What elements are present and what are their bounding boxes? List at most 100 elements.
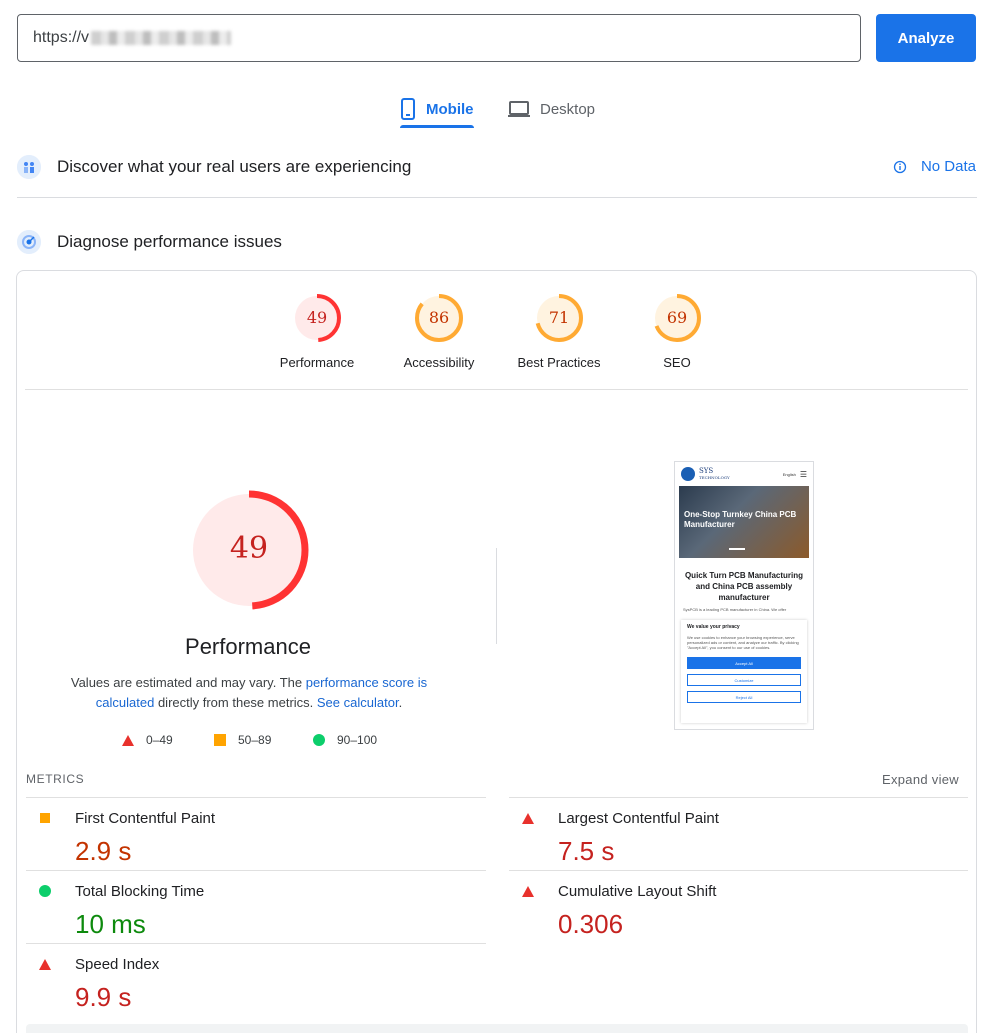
poor-triangle-icon (39, 958, 51, 970)
seo-score: 69 (667, 308, 687, 327)
site-menu: English ☰ (783, 470, 807, 479)
diagnose-icon (17, 230, 41, 254)
performance-title: Performance (185, 634, 311, 659)
seo-gauge: 69 (653, 294, 701, 342)
poor-triangle-icon (522, 812, 534, 824)
section-divider (17, 197, 977, 198)
metric-fcp: First Contentful Paint 2.9 s (35, 808, 475, 867)
performance-label: Performance (279, 355, 355, 370)
average-square-icon (40, 813, 50, 823)
tab-desktop-label: Desktop (540, 100, 596, 118)
no-data-label: No Data (920, 158, 976, 175)
desktop-icon (508, 101, 530, 117)
performance-big-gauge: 49 (189, 490, 309, 610)
desc-text-1: Values are estimated and may vary. The (70, 675, 306, 690)
metric-value: 2.9 s (75, 836, 132, 866)
expand-view-toggle[interactable]: Expand view (882, 772, 959, 787)
cookie-reject: Reject All (687, 691, 801, 703)
lab-data-section: Diagnose performance issues (17, 229, 977, 255)
legend-average: 50–89 (214, 733, 271, 747)
card-divider (25, 389, 968, 390)
performance-score: 49 (307, 308, 327, 327)
metric-divider (26, 943, 486, 944)
url-input[interactable]: https://v (17, 14, 861, 62)
performance-gauge: 49 (293, 294, 341, 342)
metric-tbt: Total Blocking Time 10 ms (35, 881, 475, 940)
triangle-icon (122, 734, 134, 746)
brand-line-1: SYS (699, 466, 714, 475)
category-seo[interactable]: 69 SEO (617, 293, 737, 370)
good-circle-icon (39, 885, 51, 897)
brand-line-2: TECHNOLOGY (699, 474, 730, 480)
metric-value: 10 ms (75, 909, 146, 939)
site-brand: SYS TECHNOLOGY (699, 466, 730, 481)
square-icon (214, 734, 226, 746)
legend-poor: 0–49 (122, 733, 173, 747)
site-heading: Quick Turn PCB Manufacturing and China P… (684, 571, 804, 602)
metric-name: First Contentful Paint (75, 809, 216, 827)
cookie-body: We use cookies to enhance your browsing … (687, 635, 799, 650)
accessibility-score: 86 (429, 308, 449, 327)
users-icon (17, 155, 41, 179)
analyze-button[interactable]: Analyze (876, 14, 976, 62)
metric-lcp: Largest Contentful Paint 7.5 s (518, 808, 958, 867)
cookie-banner: We value your privacy We use cookies to … (681, 620, 807, 723)
metric-divider (26, 797, 486, 798)
performance-big-score: 49 (230, 531, 268, 566)
accessibility-label: Accessibility (403, 355, 475, 370)
redacted-url (91, 31, 232, 45)
best-practices-label: Best Practices (517, 355, 601, 370)
category-best-practices[interactable]: 71 Best Practices (499, 293, 619, 370)
site-body-text: SysPCB is a leading PCB manufacturer in … (683, 607, 787, 612)
metric-si: Speed Index 9.9 s (35, 954, 475, 1013)
page-screenshot-preview[interactable]: SYS TECHNOLOGY English ☰ One-Stop Turnkey … (674, 461, 814, 730)
best-practices-gauge: 71 (535, 294, 583, 342)
legend-poor-label: 0–49 (146, 733, 173, 747)
performance-description: Values are estimated and may vary. The p… (68, 673, 430, 713)
site-lang: English (782, 471, 796, 477)
field-data-section: Discover what your real users are experi… (17, 154, 977, 180)
tab-mobile[interactable]: Mobile (400, 90, 474, 128)
legend-good-label: 90–100 (337, 733, 378, 747)
metric-value: 9.9 s (75, 982, 132, 1012)
legend-average-label: 50–89 (238, 733, 272, 747)
url-text: https://v (33, 29, 90, 46)
tab-mobile-label: Mobile (426, 100, 474, 118)
tab-desktop[interactable]: Desktop (508, 90, 595, 128)
accessibility-gauge: 86 (415, 294, 463, 342)
legend-good: 90–100 (313, 733, 377, 747)
metric-value: 7.5 s (558, 836, 615, 866)
hamburger-icon: ☰ (799, 469, 807, 479)
no-data-status[interactable]: No Data (893, 158, 976, 175)
seo-label: SEO (663, 355, 691, 370)
metric-divider (509, 797, 968, 798)
best-practices-score: 71 (549, 308, 569, 327)
lab-data-title: Diagnose performance issues (57, 232, 282, 251)
circle-icon (313, 734, 325, 746)
metric-divider (509, 870, 968, 871)
vertical-divider (496, 548, 497, 644)
metrics-heading: METRICS (26, 772, 85, 786)
field-data-title: Discover what your real users are experi… (57, 157, 412, 176)
metric-divider (26, 870, 486, 871)
info-icon (893, 160, 907, 173)
cookie-accept: Accept All (687, 657, 801, 669)
metric-value: 0.306 (558, 909, 624, 939)
cookie-customize: Customize (687, 674, 801, 686)
site-logo-icon (681, 467, 695, 481)
bottom-panel (26, 1024, 968, 1033)
site-hero: One-Stop Turnkey China PCB Manufacturer (679, 486, 809, 558)
metric-name: Largest Contentful Paint (558, 809, 719, 827)
metric-cls: Cumulative Layout Shift 0.306 (518, 881, 958, 940)
metric-name: Total Blocking Time (75, 882, 205, 900)
cookie-title: We value your privacy (687, 624, 740, 630)
desc-text-3: . (398, 695, 403, 710)
category-accessibility[interactable]: 86 Accessibility (379, 293, 499, 370)
mobile-icon (401, 98, 415, 120)
see-calculator-link[interactable]: See calculator (317, 695, 399, 710)
metric-name: Cumulative Layout Shift (558, 882, 717, 900)
metric-name: Speed Index (75, 955, 160, 973)
desc-text-2: directly from these metrics. (154, 695, 317, 710)
category-performance[interactable]: 49 Performance (257, 293, 377, 370)
poor-triangle-icon (522, 885, 534, 897)
